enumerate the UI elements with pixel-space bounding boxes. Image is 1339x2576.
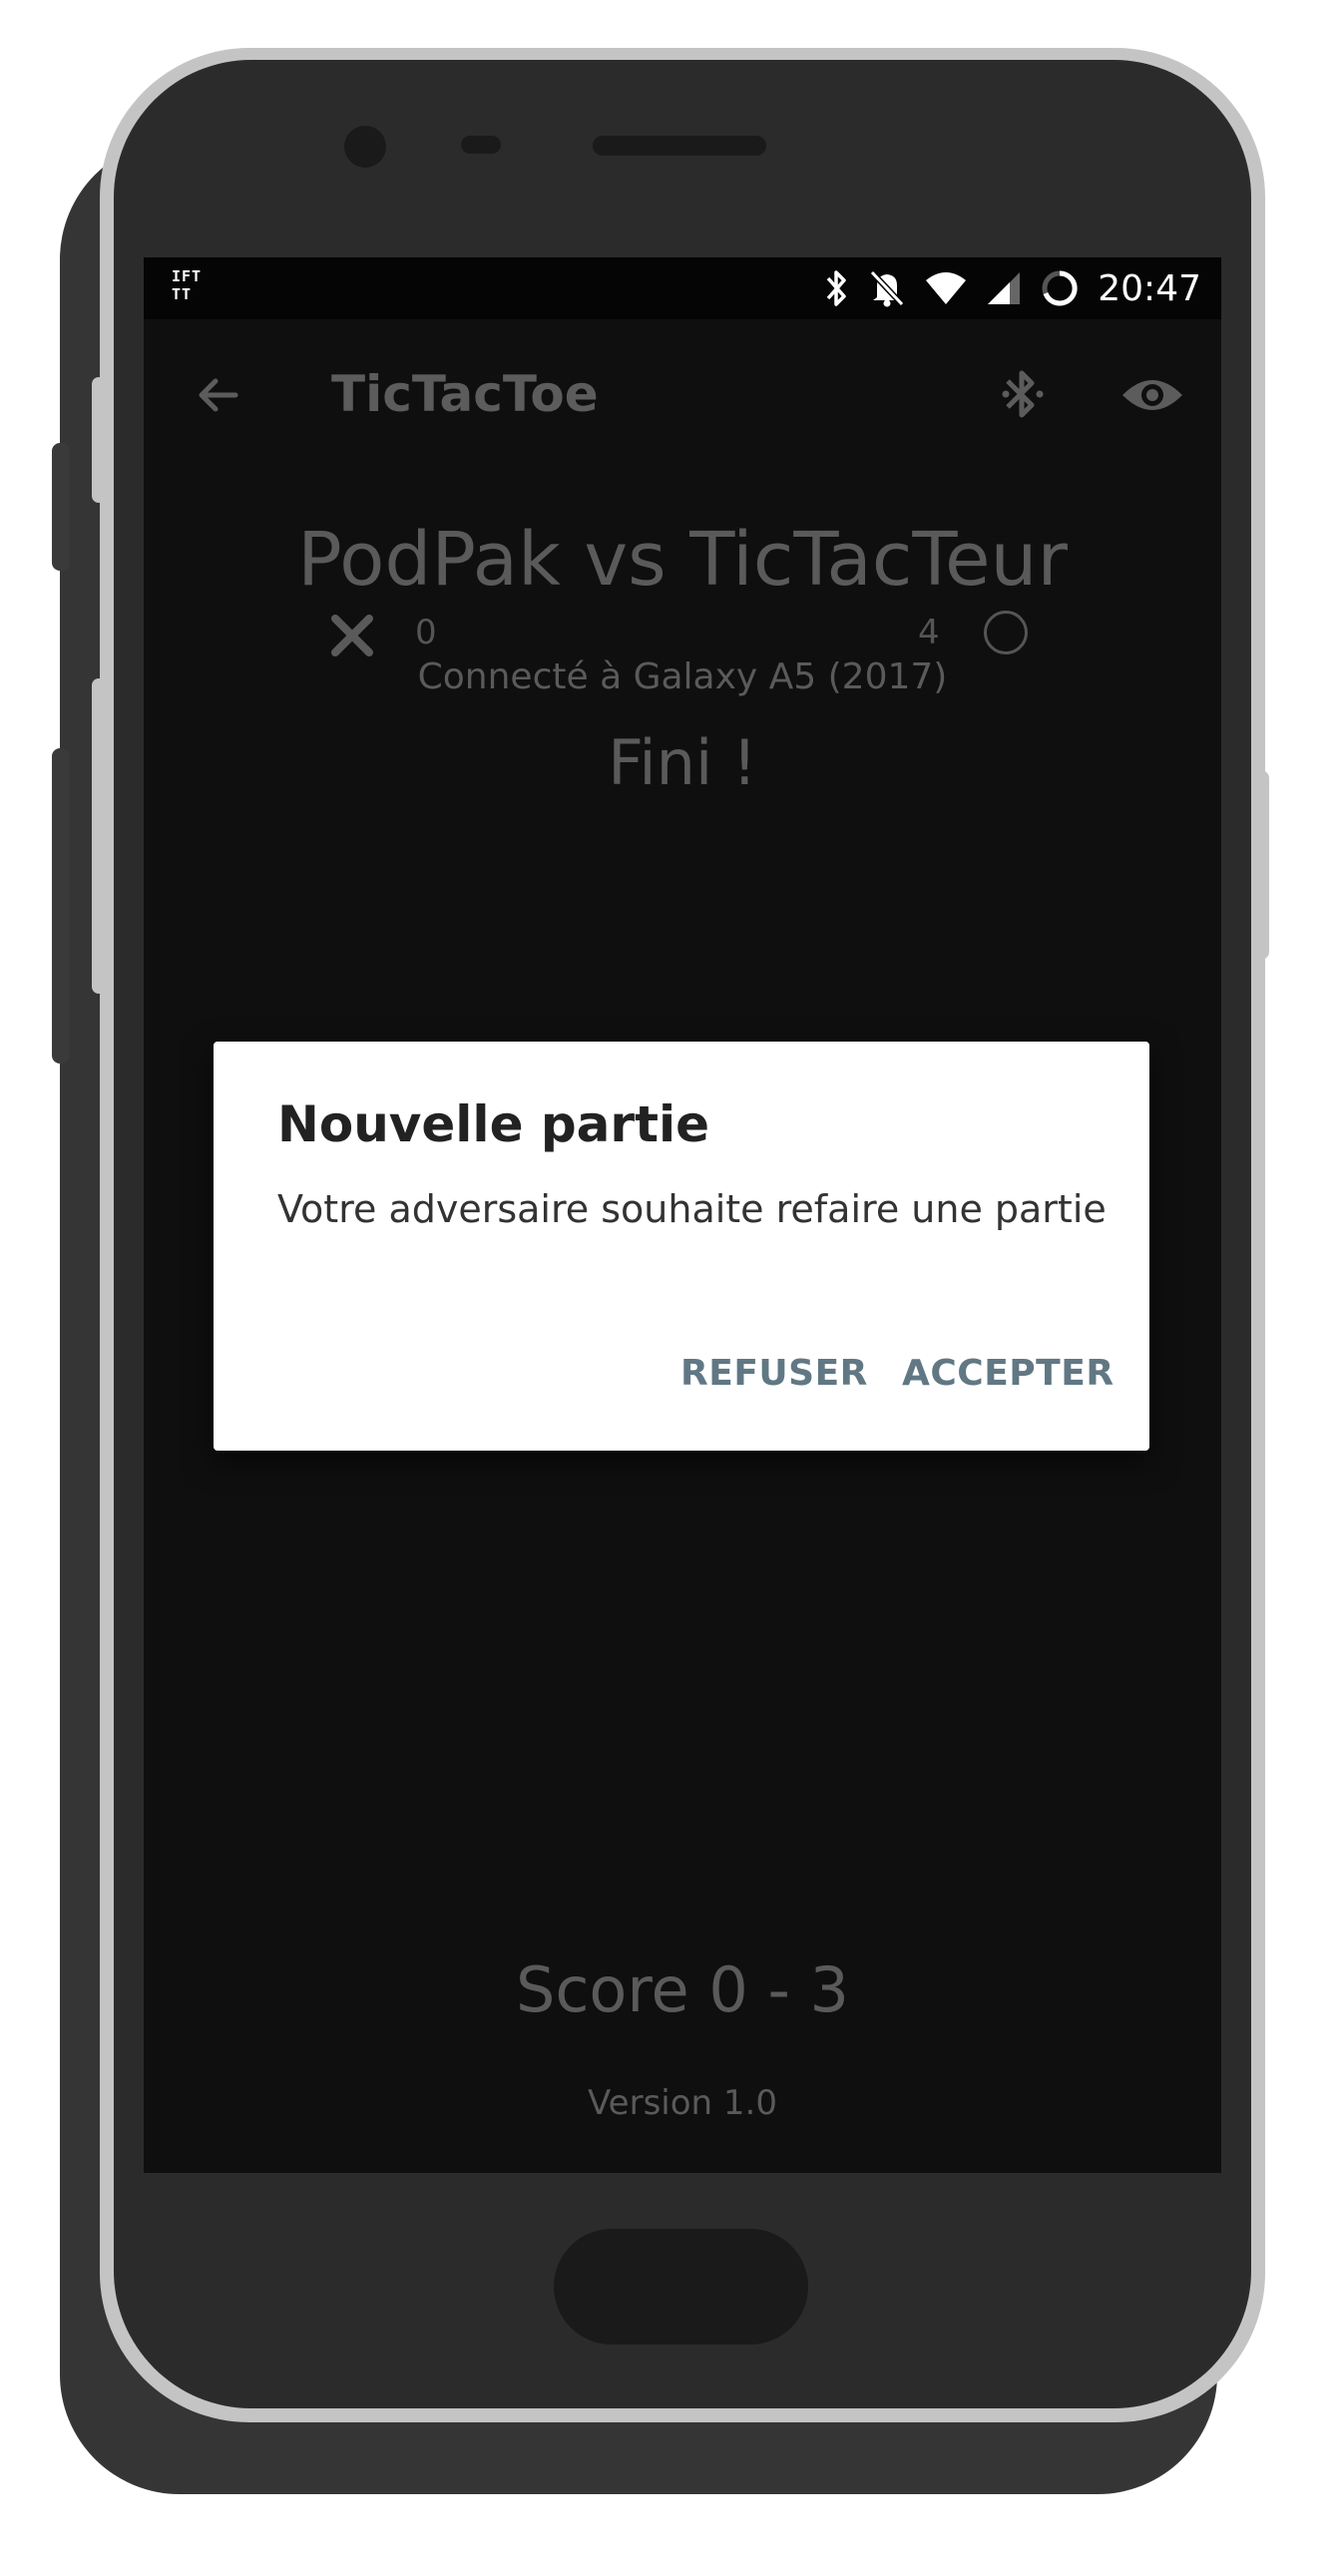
dialog-title: Nouvelle partie xyxy=(277,1095,710,1153)
players-title: PodPak vs TicTacTeur xyxy=(297,517,1068,603)
bluetooth-icon xyxy=(826,270,846,306)
home-button[interactable] xyxy=(554,2229,808,2345)
bluetooth-searching-icon[interactable] xyxy=(994,359,1054,429)
earpiece-speaker xyxy=(593,136,766,156)
proximity-sensor xyxy=(461,136,501,154)
signal-icon xyxy=(988,272,1021,304)
dialog-message: Votre adversaire souhaite refaire une pa… xyxy=(277,1187,1107,1231)
connection-status: Connecté à Galaxy A5 (2017) xyxy=(417,656,948,697)
accept-button[interactable]: ACCEPTER xyxy=(902,1353,1115,1394)
game-state: Fini ! xyxy=(608,726,757,799)
ifttt-icon: IFT TT xyxy=(172,267,203,303)
battery-icon xyxy=(1042,270,1078,306)
score-x: 0 xyxy=(415,613,437,652)
status-bar: IFT TT 20:47 xyxy=(144,257,1221,319)
device-side-button xyxy=(52,443,70,571)
device-side-button xyxy=(52,748,70,1064)
front-camera xyxy=(344,126,386,168)
score-o: 4 xyxy=(918,613,940,652)
arrow-back-icon[interactable] xyxy=(188,365,247,425)
status-icons: 20:47 xyxy=(824,263,1201,313)
new-game-dialog: Nouvelle partie Votre adversaire souhait… xyxy=(214,1042,1149,1451)
circle-icon xyxy=(984,611,1028,654)
total-score: Score 0 - 3 xyxy=(515,1953,850,2026)
app-bar: TicTacToe xyxy=(144,319,1221,469)
device-side-button xyxy=(92,377,106,503)
version-label: Version 1.0 xyxy=(588,2083,777,2123)
status-time: 20:47 xyxy=(1098,267,1201,309)
device-side-button xyxy=(92,678,106,994)
cross-icon xyxy=(331,615,373,656)
screen: IFT TT 20:47 TicTacToe PodPak vs TicTacT… xyxy=(144,257,1221,2173)
app-title: TicTacToe xyxy=(331,365,599,423)
bell-off-icon xyxy=(870,269,905,307)
eye-icon[interactable] xyxy=(1119,365,1185,425)
refuse-button[interactable]: REFUSER xyxy=(680,1353,868,1394)
wifi-icon xyxy=(926,272,967,304)
